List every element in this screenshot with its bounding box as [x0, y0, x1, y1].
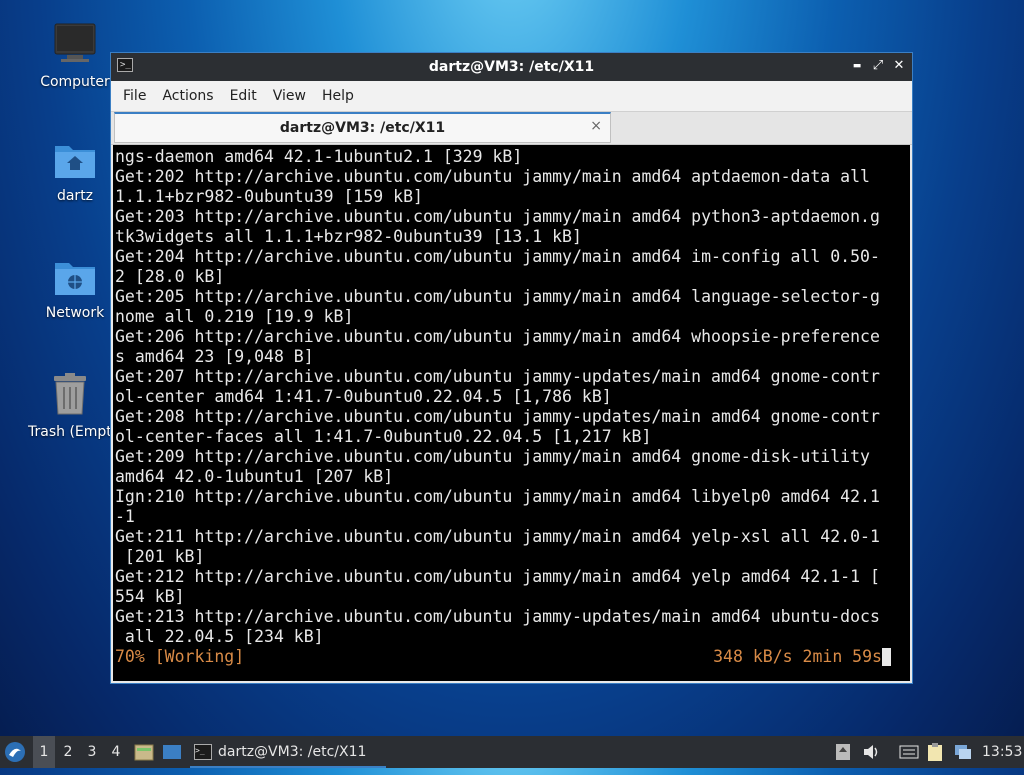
computer-icon: [54, 23, 96, 62]
desktop-icon-computer[interactable]: Computer: [30, 22, 120, 90]
desktop-icon-label: Network: [45, 305, 105, 321]
trash-icon: [54, 373, 86, 415]
apt-progress-line: 70% [Working] 348 kB/s 2min 59s: [115, 647, 910, 667]
lubuntu-logo-icon: [5, 742, 25, 762]
menu-actions[interactable]: Actions: [154, 88, 221, 104]
desktop-icon-label: Trash (Empty): [28, 424, 118, 440]
terminal-line: Get:211 http://archive.ubuntu.com/ubuntu…: [115, 527, 880, 546]
terminal-line: amd64 42.0-1ubuntu1 [207 kB]: [115, 467, 394, 486]
terminal-line: Get:213 http://archive.ubuntu.com/ubuntu…: [115, 607, 880, 626]
menu-edit[interactable]: Edit: [222, 88, 265, 104]
download-rate: 348 kB/s 2min 59s: [713, 647, 882, 666]
window-title: dartz@VM3: /etc/X11: [428, 59, 595, 75]
terminal-line: -1: [115, 507, 135, 526]
terminal-line: Get:209 http://archive.ubuntu.com/ubuntu…: [115, 447, 870, 466]
workspace-1[interactable]: 1: [33, 736, 55, 768]
terminal-line: ol-center-faces all 1:41.7-0ubuntu0.22.0…: [115, 427, 652, 446]
close-button[interactable]: ✕: [890, 57, 908, 75]
clock[interactable]: 13:53: [982, 736, 1022, 768]
tray-update-icon[interactable]: [835, 736, 853, 768]
terminal-line: 1.1.1+bzr982-0ubuntu39 [159 kB]: [115, 187, 423, 206]
menu-help[interactable]: Help: [314, 88, 362, 104]
window-titlebar[interactable]: >_ dartz@VM3: /etc/X11 ▬ ⤢ ✕: [111, 53, 912, 81]
desktop-icon: [163, 745, 181, 759]
terminal-line: tk3widgets all 1.1.1+bzr982-0ubuntu39 [1…: [115, 227, 582, 246]
clipboard-icon: [928, 743, 942, 761]
home-folder-icon: [55, 146, 95, 178]
terminal-line: Get:203 http://archive.ubuntu.com/ubuntu…: [115, 207, 880, 226]
terminal-line: s amd64 23 [9,048 B]: [115, 347, 314, 366]
volume-icon: [864, 745, 878, 759]
workspace-4[interactable]: 4: [105, 736, 127, 768]
progress-status: 70% [Working]: [115, 647, 245, 666]
terminal-line: Get:212 http://archive.ubuntu.com/ubuntu…: [115, 567, 880, 586]
terminal-line: ngs-daemon amd64 42.1-1ubuntu2.1 [329 kB…: [115, 147, 523, 166]
terminal-output[interactable]: ngs-daemon amd64 42.1-1ubuntu2.1 [329 kB…: [113, 145, 910, 681]
terminal-line: [201 kB]: [115, 547, 205, 566]
terminal-line: ol-center amd64 1:41.7-0ubuntu0.22.04.5 …: [115, 387, 612, 406]
desktop-icon-label: Computer: [40, 74, 110, 90]
menu-file[interactable]: File: [115, 88, 154, 104]
terminal-line: Get:207 http://archive.ubuntu.com/ubuntu…: [115, 367, 880, 386]
tray-keyboard[interactable]: [899, 736, 921, 768]
desktop-icon-trash[interactable]: Trash (Empty): [22, 372, 118, 440]
start-menu-button[interactable]: [4, 736, 30, 768]
terminal-line: Get:208 http://archive.ubuntu.com/ubuntu…: [115, 407, 880, 426]
terminal-line: Get:204 http://archive.ubuntu.com/ubuntu…: [115, 247, 880, 266]
menu-view[interactable]: View: [265, 88, 314, 104]
terminal-line: 554 kB]: [115, 587, 185, 606]
taskbar: 1 2 3 4 >_ dartz@VM3: /etc/X11 13:53: [0, 736, 1024, 768]
desktop-icon-label: dartz: [56, 188, 94, 204]
tray-network[interactable]: [953, 736, 975, 768]
desktop-icon-network[interactable]: Network: [30, 257, 120, 321]
terminal-line: Get:202 http://archive.ubuntu.com/ubuntu…: [115, 167, 870, 186]
terminal-window[interactable]: >_ dartz@VM3: /etc/X11 ▬ ⤢ ✕ File Action…: [110, 52, 913, 684]
terminal-lines: ngs-daemon amd64 42.1-1ubuntu2.1 [329 kB…: [115, 147, 910, 647]
terminal-line: all 22.04.5 [234 kB]: [115, 627, 324, 646]
network-folder-icon: [55, 263, 95, 295]
taskbar-item-terminal[interactable]: >_ dartz@VM3: /etc/X11: [190, 736, 386, 768]
network-status-icon: [955, 745, 971, 759]
workspace-3[interactable]: 3: [81, 736, 103, 768]
keyboard-icon: [899, 745, 919, 759]
file-manager-icon: [134, 744, 154, 761]
show-desktop-launcher[interactable]: [162, 736, 184, 768]
maximize-button[interactable]: ⤢: [869, 57, 887, 75]
tray-volume[interactable]: [862, 736, 882, 768]
tab-title: dartz@VM3: /etc/X11: [279, 120, 446, 136]
text-cursor: [882, 648, 891, 666]
terminal-line: 2 [28.0 kB]: [115, 267, 225, 286]
menubar: File Actions Edit View Help: [111, 81, 912, 112]
tray-clipboard[interactable]: [926, 736, 946, 768]
terminal-line: Ign:210 http://archive.ubuntu.com/ubuntu…: [115, 487, 880, 506]
workspace-2[interactable]: 2: [57, 736, 79, 768]
terminal-icon: >_: [194, 744, 212, 760]
terminal-line: Get:205 http://archive.ubuntu.com/ubuntu…: [115, 287, 880, 306]
update-notifier-icon: [836, 744, 850, 760]
terminal-line: Get:206 http://archive.ubuntu.com/ubuntu…: [115, 327, 880, 346]
tab-close-icon[interactable]: ×: [590, 118, 602, 134]
terminal-line: nome all 0.219 [19.9 kB]: [115, 307, 354, 326]
desktop-icon-home[interactable]: dartz: [30, 140, 120, 204]
tab-terminal[interactable]: dartz@VM3: /etc/X11 ×: [114, 112, 611, 143]
tab-bar: dartz@VM3: /etc/X11 ×: [111, 112, 912, 145]
minimize-button[interactable]: ▬: [848, 57, 866, 75]
taskbar-item-label: dartz@VM3: /etc/X11: [218, 744, 367, 760]
file-manager-launcher[interactable]: [134, 736, 156, 768]
